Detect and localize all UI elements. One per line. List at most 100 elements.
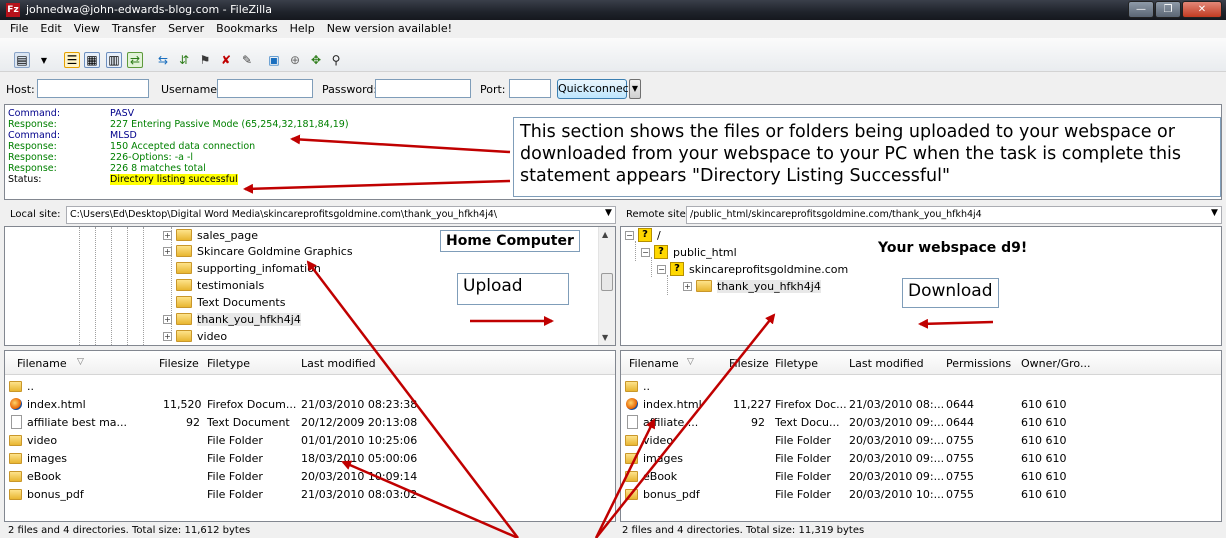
local-tree-item[interactable]: + sales_page [163, 227, 258, 243]
column-last-modified[interactable]: Last modified [849, 357, 924, 370]
menu-transfer[interactable]: Transfer [106, 20, 162, 38]
column-filetype[interactable]: Filetype [775, 357, 818, 370]
local-tree-item[interactable]: + video [163, 328, 227, 344]
reconnect-icon[interactable]: ✎ [239, 52, 255, 68]
remote-tree-item[interactable]: −? / [625, 227, 661, 243]
scrollbar-thumb[interactable] [601, 273, 613, 291]
minimize-icon[interactable]: — [1128, 1, 1154, 18]
toggle-log-icon[interactable]: ☰ [64, 52, 80, 68]
file-row[interactable]: index.html 11,520 Firefox Docum... 21/03/20… [5, 395, 615, 413]
remote-status-text: 2 files and 4 directories. Total size: 1… [622, 525, 865, 536]
menu-file[interactable]: File [4, 20, 34, 38]
menu-bookmarks[interactable]: Bookmarks [210, 20, 283, 38]
quickconnect-dropdown-icon[interactable]: ▼ [629, 79, 641, 99]
menu-edit[interactable]: Edit [34, 20, 67, 38]
cancel-icon[interactable]: ⚑ [197, 52, 213, 68]
local-tree-item[interactable]: supporting_infomation [176, 260, 321, 276]
column-filetype[interactable]: Filetype [207, 357, 250, 370]
password-input[interactable] [375, 79, 471, 98]
expand-icon: + [163, 314, 172, 324]
log-callout-annotation: This section shows the files or folders … [513, 117, 1221, 197]
folder-icon [176, 330, 192, 342]
site-manager-icon[interactable]: ▤ [14, 52, 30, 68]
remote-tree-item[interactable]: −? skincareprofitsgoldmine.com [657, 261, 848, 277]
disconnect-icon[interactable]: ✘ [218, 52, 234, 68]
file-row[interactable]: eBook File Folder 20/03/2010 09:... 0755 610… [621, 467, 1221, 485]
folder-icon [625, 381, 638, 392]
refresh-icon[interactable]: ⇆ [155, 52, 171, 68]
expand-icon: + [163, 331, 172, 341]
folder-icon [9, 381, 22, 392]
file-row[interactable]: bonus_pdf File Folder 21/03/2010 08:03:02 [5, 485, 615, 503]
compare-icon[interactable]: ⊕ [287, 52, 303, 68]
column-permissions[interactable]: Permissions [946, 357, 1011, 370]
sync-browse-icon[interactable]: ✥ [308, 52, 324, 68]
menu-help[interactable]: Help [284, 20, 321, 38]
close-icon[interactable]: ✕ [1182, 1, 1222, 18]
column-filesize[interactable]: Filesize [159, 357, 199, 370]
window-title: johnedwa@john-edwards-blog.com - FileZil… [26, 3, 272, 16]
toggle-queue-icon[interactable]: ⇄ [127, 52, 143, 68]
local-tree-scrollbar[interactable]: ▲ ▼ [598, 227, 615, 345]
process-queue-icon[interactable]: ⇵ [176, 52, 192, 68]
dropdown-arrow-icon[interactable]: ▼ [36, 52, 52, 68]
text-document-icon [627, 415, 638, 429]
file-row[interactable]: affiliate best ma... 92 Text Document 20/12… [5, 413, 615, 431]
title-bar: Fz johnedwa@john-edwards-blog.com - File… [0, 0, 1226, 20]
maximize-icon[interactable]: ❐ [1155, 1, 1181, 18]
username-label: Username: [161, 83, 221, 96]
expand-icon: + [163, 230, 172, 240]
chevron-down-icon[interactable]: ▼ [1211, 208, 1218, 218]
download-annotation: Download [902, 278, 999, 308]
file-row[interactable]: eBook File Folder 20/03/2010 10:09:14 [5, 467, 615, 485]
file-row[interactable]: images File Folder 18/03/2010 05:00:06 [5, 449, 615, 467]
scroll-up-icon[interactable]: ▲ [602, 230, 608, 239]
file-row[interactable]: video File Folder 01/01/2010 10:25:06 [5, 431, 615, 449]
file-row[interactable]: bonus_pdf File Folder 20/03/2010 10:... 075… [621, 485, 1221, 503]
host-input[interactable] [37, 79, 149, 98]
sort-arrow-icon: ▽ [687, 357, 694, 367]
firefox-document-icon [626, 398, 638, 410]
file-row[interactable]: .. [5, 377, 615, 395]
column-owner-group[interactable]: Owner/Gro... [1021, 357, 1090, 370]
search-icon[interactable]: ⚲ [328, 52, 344, 68]
remote-tree-item[interactable]: −? public_html [641, 244, 737, 260]
file-row[interactable]: .. [621, 377, 1221, 395]
quickconnect-button[interactable]: Quickconnect [557, 79, 633, 99]
your-webspace-annotation: Your webspace d9! [872, 237, 1034, 259]
username-input[interactable] [217, 79, 313, 98]
port-label: Port: [480, 83, 506, 96]
toggle-local-tree-icon[interactable]: ▦ [84, 52, 100, 68]
port-input[interactable] [509, 79, 551, 98]
local-tree-item-selected[interactable]: + thank_you_hfkh4j4 [163, 311, 301, 327]
column-filename[interactable]: Filename [629, 357, 679, 370]
remote-tree-item-selected[interactable]: + thank_you_hfkh4j4 [683, 278, 821, 294]
file-row[interactable]: images File Folder 20/03/2010 09:... 0755 61… [621, 449, 1221, 467]
file-row[interactable]: video File Folder 20/03/2010 09:... 0755 610… [621, 431, 1221, 449]
menu-new-version[interactable]: New version available! [321, 20, 458, 38]
local-tree-item[interactable]: + Skincare Goldmine Graphics [163, 243, 353, 259]
host-label: Host: [6, 83, 35, 96]
column-last-modified[interactable]: Last modified [301, 357, 376, 370]
remote-site-bar: Remote site: /public_html/skincareprofit… [620, 204, 1222, 226]
folder-icon [696, 280, 712, 292]
toggle-remote-tree-icon[interactable]: ▥ [106, 52, 122, 68]
menu-server[interactable]: Server [162, 20, 210, 38]
file-row[interactable]: index.html 11,227 Firefox Doc... 21/03/2010… [621, 395, 1221, 413]
local-tree-item[interactable]: Text Documents [176, 294, 285, 310]
local-site-path[interactable]: C:\Users\Ed\Desktop\Digital Word Media\s… [66, 206, 616, 224]
scroll-down-icon[interactable]: ▼ [602, 333, 608, 342]
local-tree-item[interactable]: testimonials [176, 277, 264, 293]
folder-icon [625, 471, 638, 482]
menu-view[interactable]: View [68, 20, 106, 38]
column-filename[interactable]: Filename [17, 357, 67, 370]
expand-icon: + [163, 246, 172, 256]
unknown-folder-icon: ? [638, 228, 652, 242]
file-row[interactable]: affiliate ... 92 Text Docu... 20/03/2010 09… [621, 413, 1221, 431]
folder-icon [176, 279, 192, 291]
filter-icon[interactable]: ▣ [266, 52, 282, 68]
chevron-down-icon[interactable]: ▼ [605, 208, 612, 218]
remote-site-path[interactable]: /public_html/skincareprofitsgoldmine.com… [686, 206, 1222, 224]
column-filesize[interactable]: Filesize [729, 357, 769, 370]
local-file-list-header: Filename ▽ Filesize Filetype Last modifi… [5, 351, 615, 375]
